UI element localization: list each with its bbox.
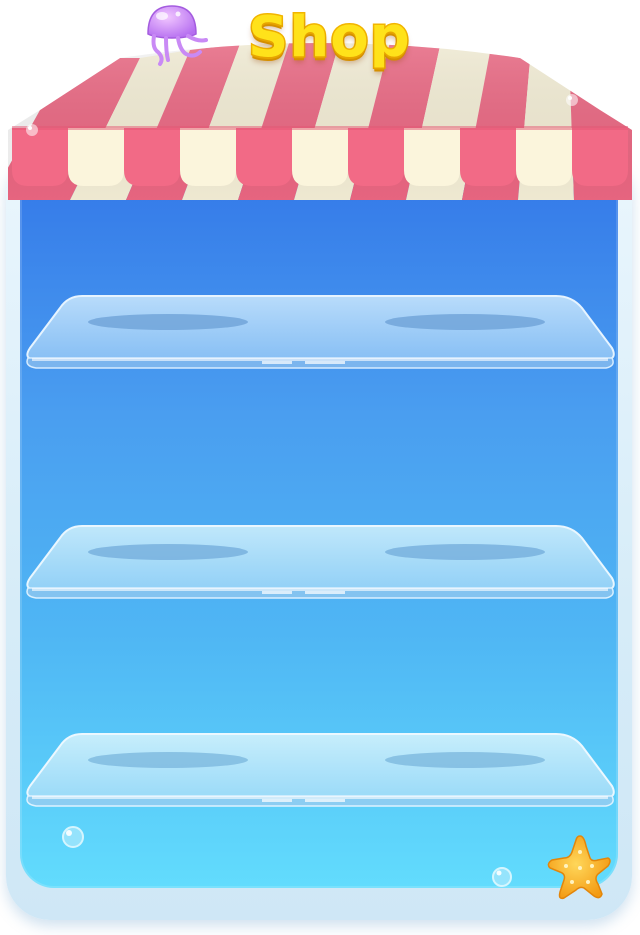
- shelf-3: [0, 730, 640, 820]
- item-slot: [88, 544, 248, 560]
- jellyfish-icon: [147, 5, 208, 66]
- bubble-icon: [492, 867, 512, 887]
- item-slot: [385, 752, 545, 768]
- item-slot: [88, 752, 248, 768]
- page-title: Shop: [247, 5, 412, 70]
- item-slot: [385, 314, 545, 330]
- bubble-icon: [62, 826, 84, 848]
- shelf-1: [0, 292, 640, 382]
- item-slot: [385, 544, 545, 560]
- shelf-2: [0, 522, 640, 612]
- starfish-icon: [547, 835, 611, 900]
- item-slot: [88, 314, 248, 330]
